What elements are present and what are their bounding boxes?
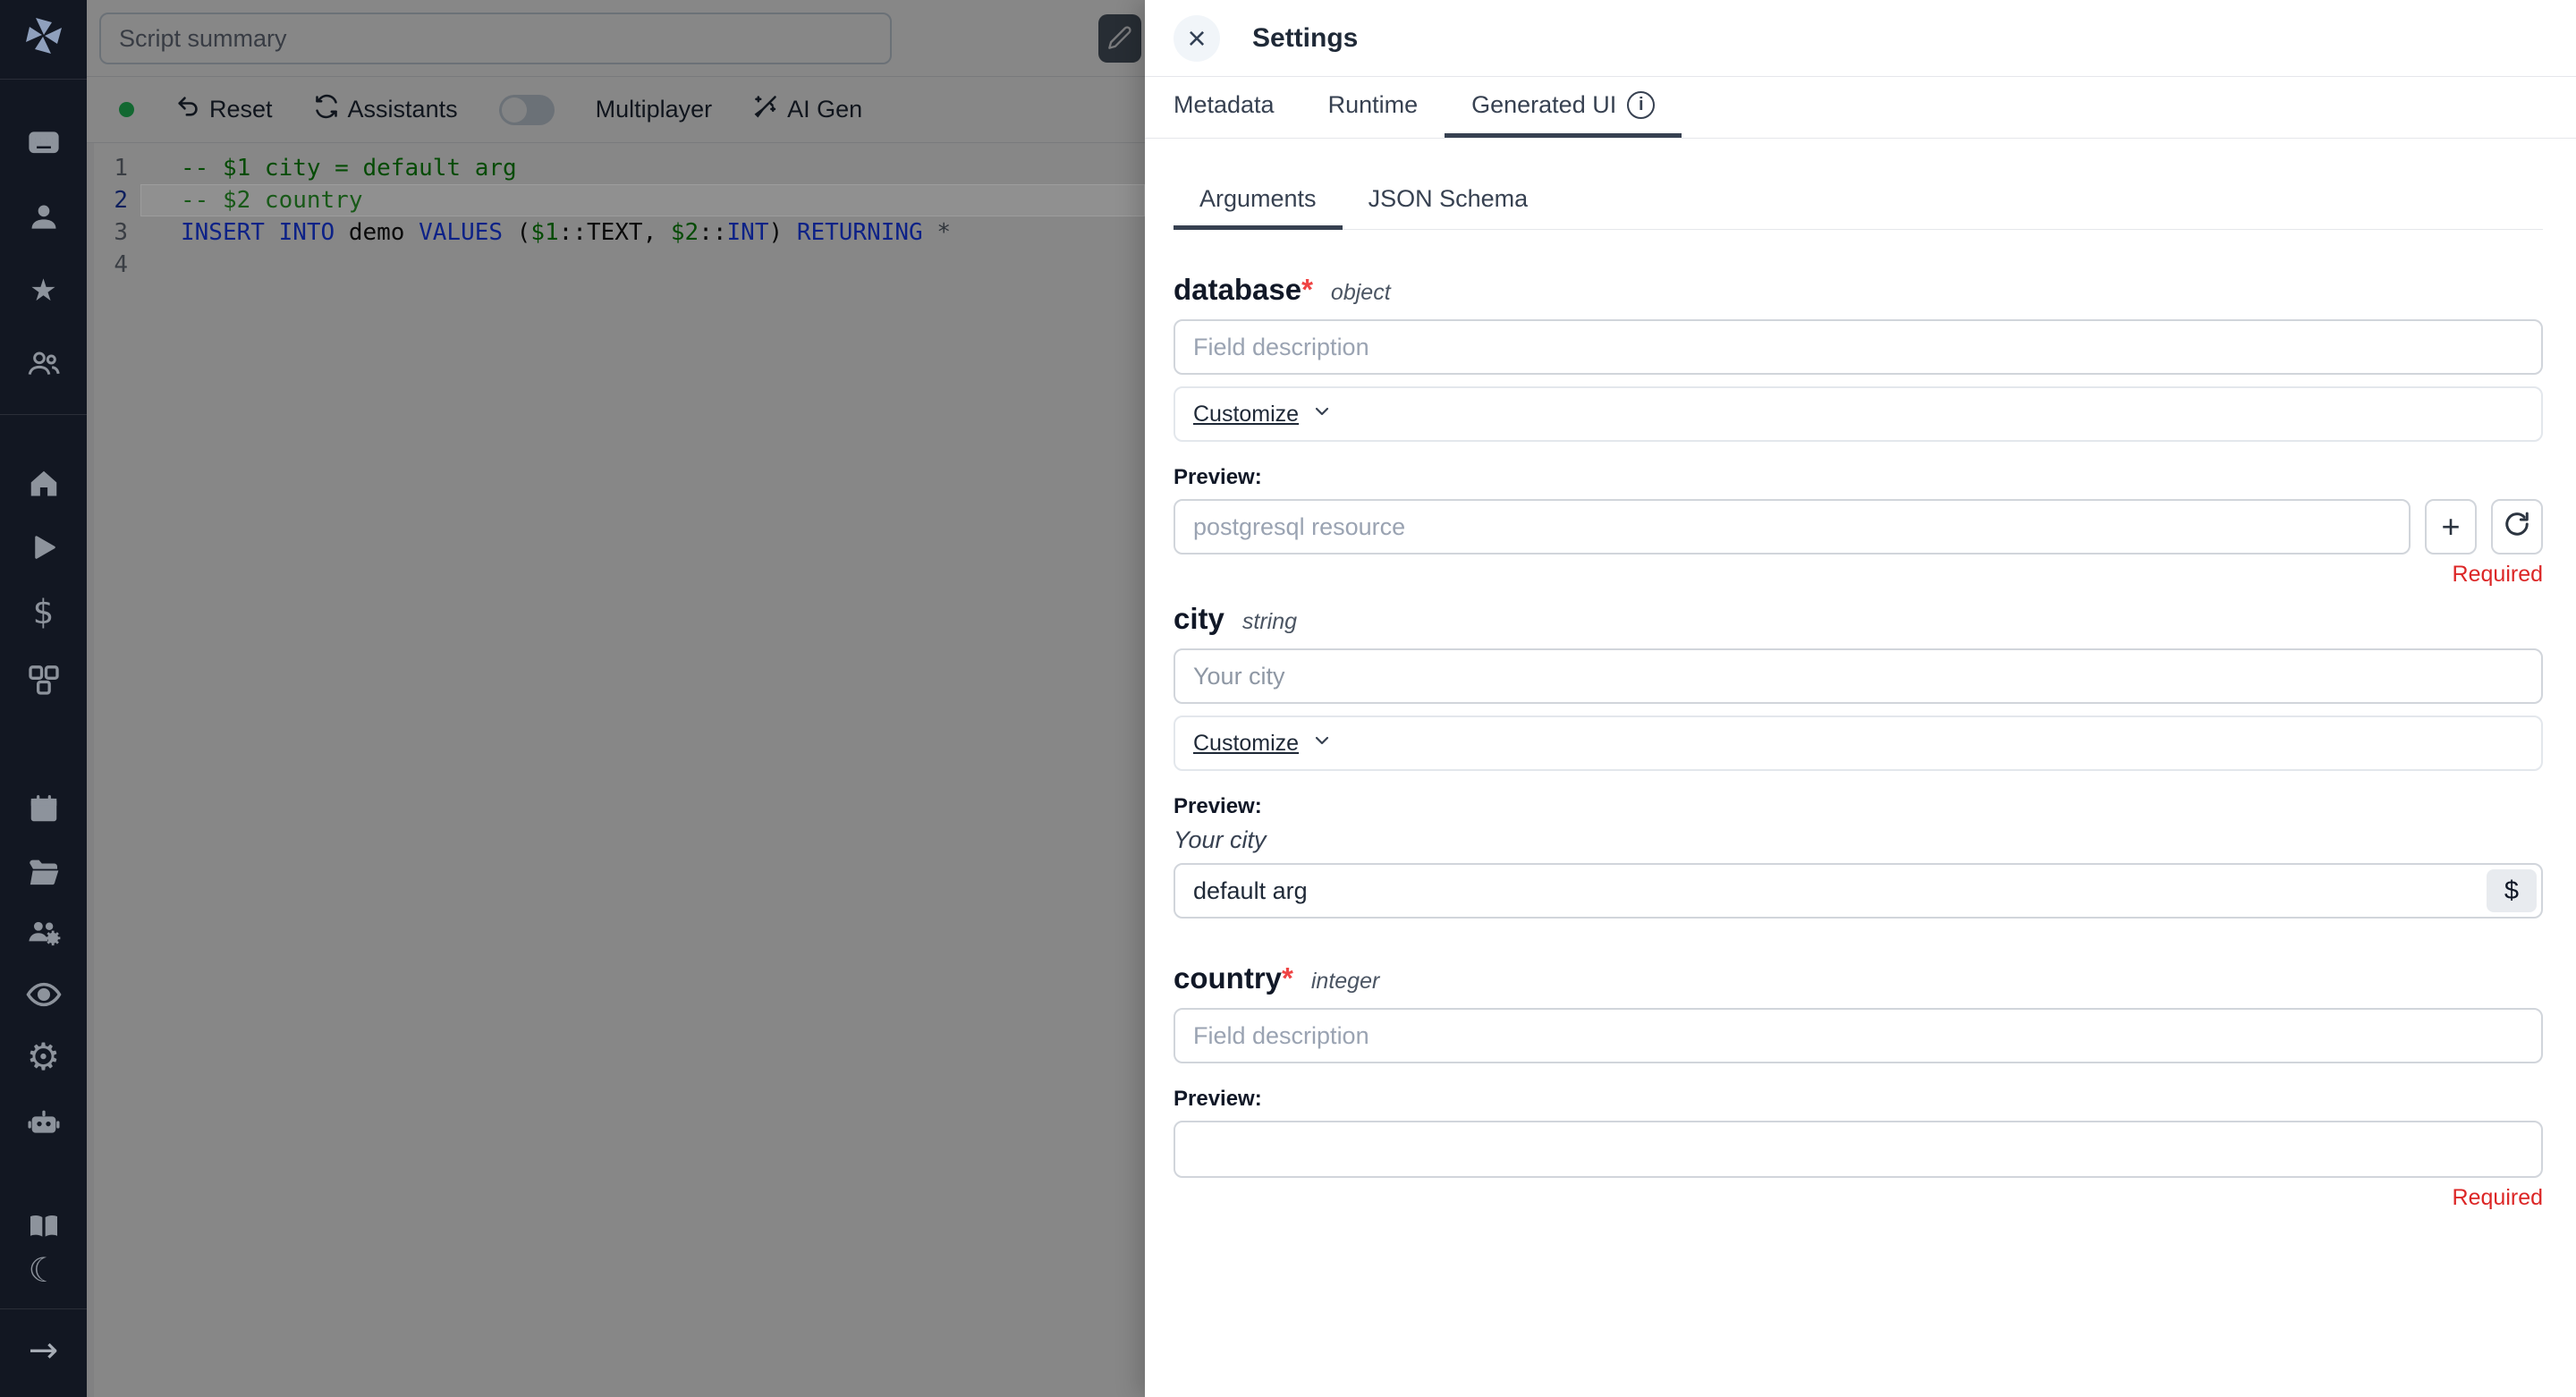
required-message: Required	[1174, 1185, 2543, 1211]
required-message: Required	[1174, 562, 2543, 588]
settings-header: × Settings	[1145, 0, 2576, 77]
city-preview-description: Your city	[1174, 826, 2543, 854]
preview-label: Preview:	[1174, 794, 2543, 819]
home-icon[interactable]	[0, 464, 87, 504]
close-button[interactable]: ×	[1174, 15, 1220, 62]
refresh-icon	[2504, 511, 2530, 543]
folder-open-icon[interactable]	[0, 852, 87, 892]
variables-dollar-icon[interactable]: $	[0, 593, 87, 632]
gear-icon[interactable]: ⚙	[0, 1037, 87, 1077]
subtab-json-schema[interactable]: JSON Schema	[1343, 174, 1555, 230]
windmill-logo-icon[interactable]	[0, 16, 87, 55]
users-icon[interactable]	[0, 344, 87, 384]
robot-icon[interactable]	[0, 1103, 87, 1142]
database-customize-box: Customize	[1174, 386, 2543, 442]
generated-ui-subtabs: Arguments JSON Schema	[1174, 174, 2543, 230]
play-icon[interactable]	[0, 528, 87, 567]
city-customize-box: Customize	[1174, 715, 2543, 771]
field-city: city string Customize Preview: Your city	[1174, 602, 2543, 919]
country-description-input[interactable]	[1174, 1008, 2543, 1063]
database-customize-link[interactable]: Customize	[1193, 401, 1333, 428]
city-description-input[interactable]	[1174, 648, 2543, 704]
plus-icon: +	[2441, 511, 2460, 543]
settings-drawer: × Settings Metadata Runtime Generated UI…	[1145, 0, 2576, 1397]
expand-arrow-icon[interactable]: →	[0, 1331, 87, 1370]
field-database-header: database* object	[1174, 273, 2543, 307]
chevron-down-icon	[1311, 401, 1333, 428]
sidebar-divider	[0, 79, 87, 80]
sidebar-divider	[0, 414, 87, 415]
field-country: country* integer Preview: Required	[1174, 961, 2543, 1211]
field-name: country*	[1174, 961, 1293, 995]
add-resource-button[interactable]: +	[2425, 499, 2477, 555]
field-type: object	[1331, 280, 1391, 306]
customize-label: Customize	[1193, 402, 1299, 428]
customize-label: Customize	[1193, 731, 1299, 757]
schedules-calendar-icon[interactable]	[0, 789, 87, 828]
preview-label: Preview:	[1174, 465, 2543, 490]
database-description-input[interactable]	[1174, 319, 2543, 375]
city-customize-link[interactable]: Customize	[1193, 730, 1333, 758]
dollar-icon: $	[2504, 876, 2519, 906]
tab-generated-ui-label: Generated UI	[1471, 91, 1616, 119]
settings-title: Settings	[1252, 23, 1358, 54]
groups-gear-icon[interactable]	[0, 911, 87, 951]
country-preview-input[interactable]	[1174, 1121, 2543, 1178]
country-preview-row	[1174, 1121, 2543, 1178]
field-database: database* object Customize Preview:	[1174, 273, 2543, 588]
active-line-highlight	[140, 184, 1145, 216]
refresh-resource-button[interactable]	[2491, 499, 2543, 555]
field-type: integer	[1311, 969, 1379, 995]
sidebar-divider	[0, 1308, 87, 1309]
tab-metadata[interactable]: Metadata	[1174, 77, 1301, 138]
resources-boxes-icon[interactable]	[0, 660, 87, 699]
database-resource-select[interactable]	[1174, 499, 2411, 555]
subtab-arguments[interactable]: Arguments	[1174, 174, 1343, 230]
city-preview-input[interactable]	[1174, 863, 2543, 919]
star-icon[interactable]: ★	[0, 271, 87, 310]
moon-icon[interactable]: ☾	[0, 1250, 87, 1290]
tab-generated-ui[interactable]: Generated UI i	[1445, 77, 1682, 138]
settings-tabs: Metadata Runtime Generated UI i	[1145, 77, 2576, 139]
editor-workspace: Reset Assistants Multiplayer	[87, 0, 1145, 1397]
database-preview-row: +	[1174, 499, 2543, 555]
city-preview-input-wrap: $	[1174, 863, 2543, 919]
eye-icon[interactable]	[0, 975, 87, 1014]
field-country-header: country* integer	[1174, 961, 2543, 995]
sidebar: ★ $	[0, 0, 87, 1397]
close-icon: ×	[1187, 22, 1206, 55]
settings-content: Arguments JSON Schema database* object C…	[1145, 139, 2576, 1397]
user-icon[interactable]	[0, 198, 87, 237]
keyboard-icon[interactable]	[0, 123, 87, 163]
chevron-down-icon	[1311, 730, 1333, 758]
variable-picker-button[interactable]: $	[2487, 869, 2537, 912]
app-root: ★ $	[0, 0, 2576, 1397]
field-name: database*	[1174, 273, 1313, 307]
field-city-header: city string	[1174, 602, 2543, 636]
preview-label: Preview:	[1174, 1087, 2543, 1112]
required-asterisk: *	[1282, 961, 1293, 995]
info-icon[interactable]: i	[1627, 91, 1655, 119]
field-type: string	[1242, 609, 1297, 635]
tab-runtime[interactable]: Runtime	[1301, 77, 1445, 138]
docs-book-icon[interactable]	[0, 1206, 87, 1246]
required-asterisk: *	[1301, 273, 1313, 306]
field-name: city	[1174, 602, 1224, 636]
